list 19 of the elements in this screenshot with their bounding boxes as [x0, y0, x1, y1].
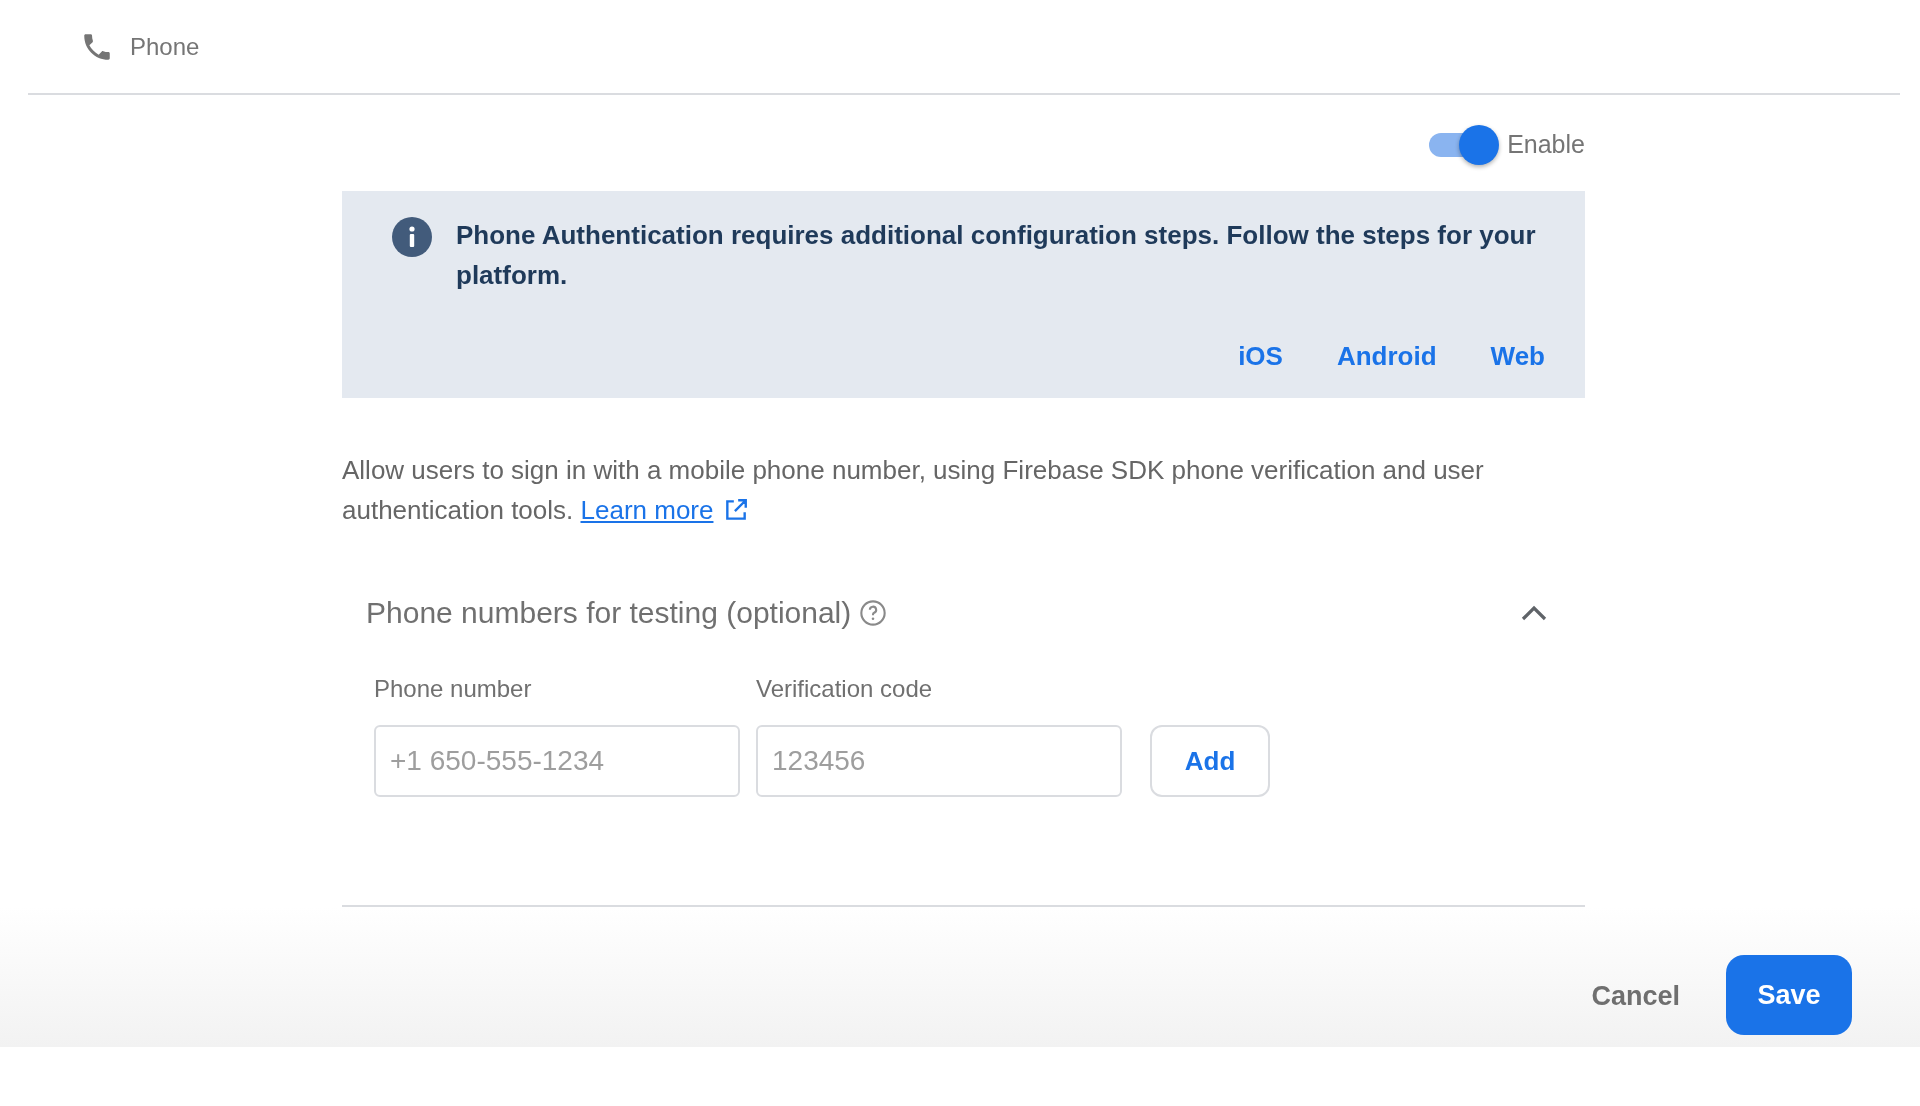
cancel-button[interactable]: Cancel	[1585, 975, 1686, 1018]
info-icon	[392, 217, 432, 257]
text-field[interactable]: 123456	[756, 725, 1122, 797]
toggle-label: Enable	[1507, 129, 1585, 161]
field-label: Phone number	[374, 674, 533, 704]
description-text: Allow users to sign in with a mobile phone number, using Firebase SDK phone verification and user authentication tools. Learn more	[342, 454, 1485, 527]
add-button[interactable]: Add	[1150, 725, 1270, 797]
save-button[interactable]: Save	[1726, 955, 1852, 1035]
field-label: Verification code	[756, 674, 934, 704]
info-message: Phone Authentication requires additional configuration steps. Follow the steps for your platform.	[456, 219, 1537, 292]
external-link-icon[interactable]	[723, 497, 750, 523]
text-field[interactable]: +1 650-555-1234	[374, 725, 740, 797]
page-title: Phone	[130, 31, 200, 62]
platform-link[interactable]: iOS	[1238, 337, 1283, 376]
learn-more-link[interactable]: Learn more	[580, 495, 714, 525]
section-title: Phone numbers for testing (optional)	[366, 595, 852, 631]
platform-link[interactable]: Web	[1490, 337, 1545, 376]
platform-link[interactable]: Android	[1336, 337, 1437, 376]
help-icon[interactable]	[859, 598, 888, 627]
